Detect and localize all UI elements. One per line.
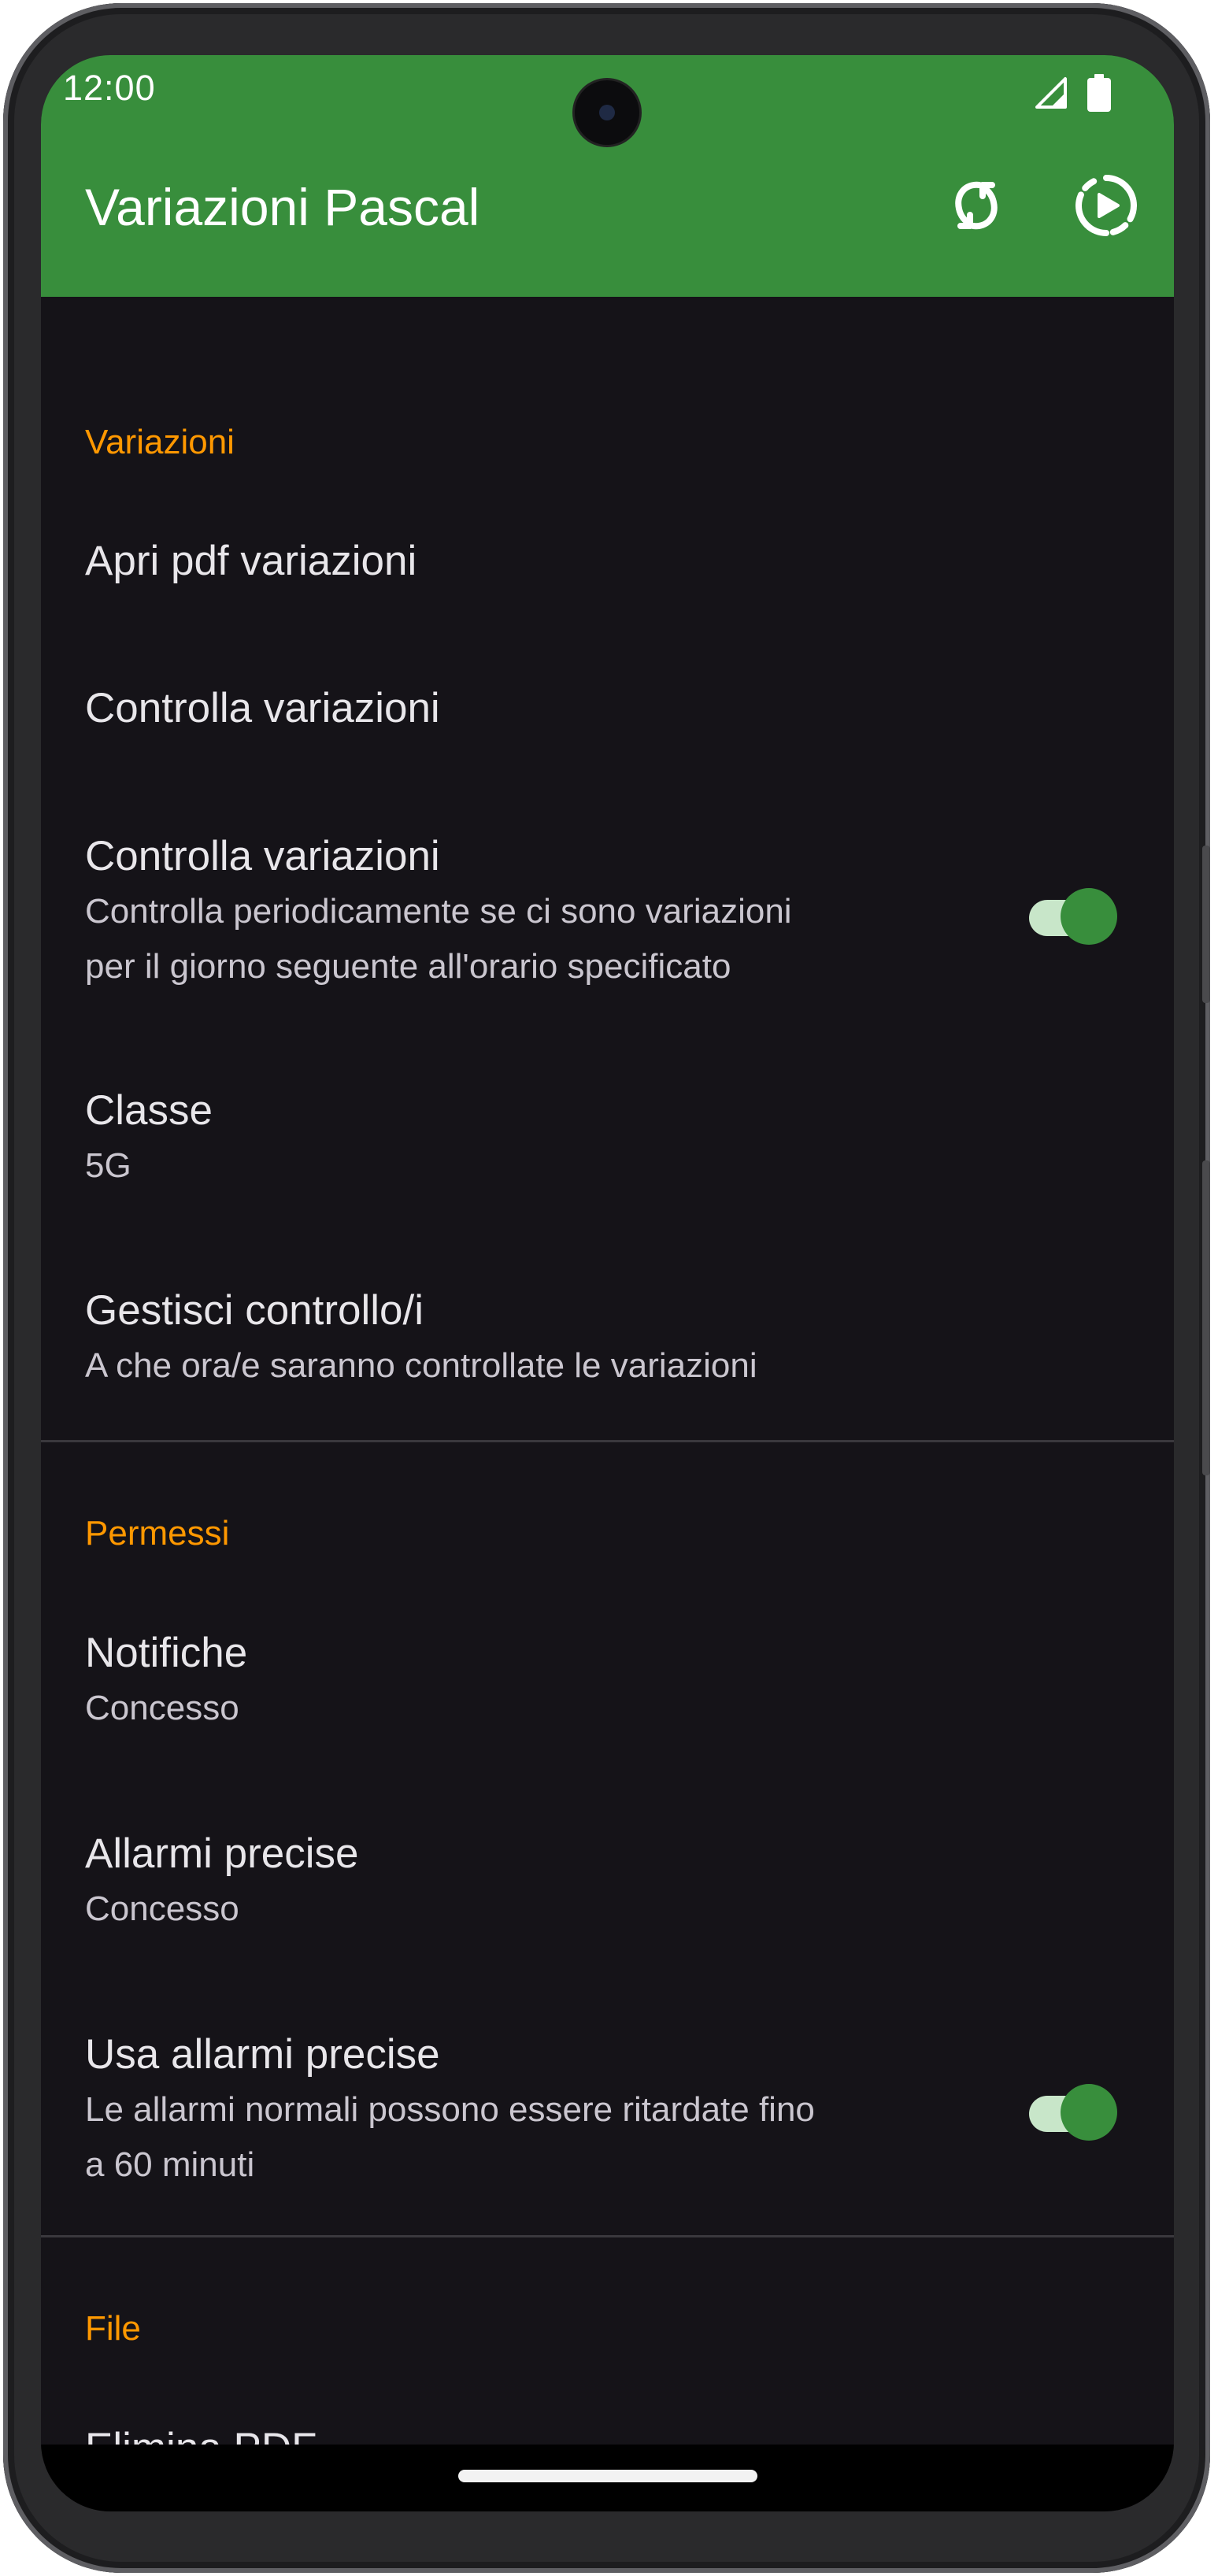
section-divider xyxy=(41,2235,1174,2237)
pref-summary: per il giorno seguente all'orario specif… xyxy=(85,947,731,986)
pref-summary: Concesso xyxy=(85,1689,239,1727)
pref-title: Allarmi precise xyxy=(85,1830,359,1877)
power-button xyxy=(1202,1160,1210,1475)
pref-summary: Controlla periodicamente se ci sono vari… xyxy=(85,892,792,931)
battery-icon xyxy=(1087,74,1111,116)
app-title: Variazioni Pascal xyxy=(85,178,480,236)
periodic-check-switch[interactable] xyxy=(1029,883,1124,946)
section-divider xyxy=(41,1440,1174,1442)
screen: 12:00 Variazioni Pascal Variazioni Apri … xyxy=(41,55,1174,2511)
switch-thumb xyxy=(1061,2084,1117,2141)
pref-title: Controlla variazioni xyxy=(85,685,440,731)
section-header-permessi: Permessi xyxy=(85,1514,230,1553)
pref-title: Apri pdf variazioni xyxy=(85,538,417,584)
section-header-file: File xyxy=(85,2309,141,2348)
pref-summary: A che ora/e saranno controllate le varia… xyxy=(85,1346,757,1385)
status-time: 12:00 xyxy=(63,68,156,108)
pref-title: Controlla variazioni xyxy=(85,833,440,879)
pref-summary: a 60 minuti xyxy=(85,2145,255,2184)
status-icons xyxy=(1034,74,1111,116)
pref-summary: Le allarmi normali possono essere ritard… xyxy=(85,2090,815,2129)
front-camera xyxy=(575,80,639,145)
signal-icon xyxy=(1034,76,1068,114)
play-circle-dashed-icon xyxy=(1074,173,1138,242)
sync-icon xyxy=(948,177,1005,238)
pref-summary: Concesso xyxy=(85,1889,239,1928)
phone-frame: 12:00 Variazioni Pascal Variazioni Apri … xyxy=(3,3,1210,2573)
volume-button xyxy=(1202,846,1210,1003)
pref-title: Notifiche xyxy=(85,1630,248,1676)
pref-summary: 5G xyxy=(85,1146,131,1185)
pref-title: Classe xyxy=(85,1087,213,1134)
pref-title: Usa allarmi precise xyxy=(85,2031,440,2078)
navigation-bar xyxy=(41,2445,1174,2511)
section-header-variazioni: Variazioni xyxy=(85,423,235,461)
app-bar: 12:00 Variazioni Pascal xyxy=(41,55,1174,297)
sync-button[interactable] xyxy=(938,169,1014,245)
home-gesture-handle[interactable] xyxy=(458,2470,757,2482)
switch-thumb xyxy=(1061,888,1117,945)
exact-alarms-switch[interactable] xyxy=(1029,2079,1124,2142)
pref-title: Gestisci controllo/i xyxy=(85,1287,424,1334)
run-check-button[interactable] xyxy=(1068,169,1144,245)
